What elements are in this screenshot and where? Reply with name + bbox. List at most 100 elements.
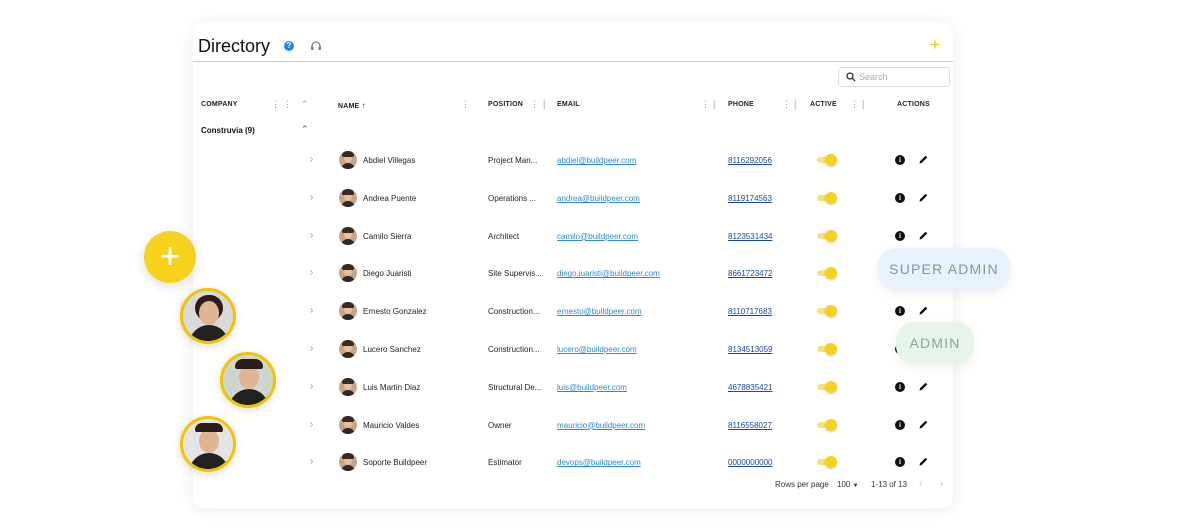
info-icon[interactable]: i xyxy=(895,419,905,430)
sort-ascending-icon[interactable]: ↑ xyxy=(362,101,366,110)
search-input[interactable] xyxy=(859,70,945,84)
user-phone-link[interactable]: 8116558027 xyxy=(728,421,772,430)
chevron-right-icon[interactable]: › xyxy=(310,267,313,278)
chevron-right-icon[interactable]: › xyxy=(310,419,313,430)
chevron-right-icon[interactable]: › xyxy=(310,154,313,165)
chevron-up-icon[interactable]: ⌃ xyxy=(301,124,309,135)
active-toggle[interactable] xyxy=(817,191,837,204)
active-toggle[interactable] xyxy=(817,418,837,431)
edit-icon[interactable] xyxy=(918,192,929,203)
user-email-link[interactable]: mauricio@buildpeer.com xyxy=(557,421,645,430)
user-email-link[interactable]: diego.juaristi@buildpeer.com xyxy=(557,269,660,278)
table-row[interactable]: › Camilo Sierra Architect camilo@buildpe… xyxy=(193,220,953,258)
active-toggle[interactable] xyxy=(817,305,837,318)
user-phone-link[interactable]: 8110717683 xyxy=(728,307,772,316)
user-phone-link[interactable]: 8661723472 xyxy=(728,269,773,278)
active-toggle[interactable] xyxy=(817,229,837,242)
column-menu-icon[interactable]: ⋮ xyxy=(701,100,710,109)
rows-per-page-label: Rows per page xyxy=(775,480,829,489)
edit-icon[interactable] xyxy=(918,154,929,165)
add-user-button[interactable]: + xyxy=(144,231,196,283)
active-toggle[interactable] xyxy=(817,343,837,355)
search-box[interactable] xyxy=(838,67,950,87)
search-icon xyxy=(846,72,856,82)
rows-per-page-select[interactable]: 100 ▼ xyxy=(837,480,859,489)
table-row[interactable]: › Abdiel Villegas Project Man... abdiel@… xyxy=(193,144,953,182)
info-icon[interactable]: i xyxy=(895,381,905,392)
column-header-email[interactable]: EMAIL xyxy=(557,101,580,108)
table-row[interactable]: › Soporte Buildpeer Estimator devops@bui… xyxy=(193,446,953,484)
user-phone-link[interactable]: 8123531434 xyxy=(728,232,773,241)
edit-icon[interactable] xyxy=(918,419,929,430)
info-icon[interactable]: i xyxy=(895,457,905,468)
user-position: Structural De... xyxy=(488,382,542,392)
user-phone-link[interactable]: 8119174563 xyxy=(728,194,772,203)
previous-page-icon[interactable]: ‹ xyxy=(919,478,922,489)
column-menu-icon[interactable]: ⋮ xyxy=(283,100,292,109)
table-row[interactable]: › Luis Martin Diaz Structural De... luis… xyxy=(193,371,953,409)
help-icon[interactable]: ? xyxy=(284,41,294,51)
info-icon[interactable]: i xyxy=(895,230,905,241)
info-icon[interactable]: i xyxy=(895,192,905,203)
user-name: Luis Martin Diaz xyxy=(363,382,421,392)
user-phone-link[interactable]: 4678835421 xyxy=(728,383,773,392)
active-toggle[interactable] xyxy=(817,154,837,166)
column-header-name[interactable]: NAME ↑ xyxy=(338,101,366,110)
user-email-link[interactable]: ernesto@buildpeer.com xyxy=(557,307,642,316)
user-name: Ernesto Gonzalez xyxy=(363,307,427,317)
user-position: Project Man... xyxy=(488,156,538,165)
active-toggle[interactable] xyxy=(817,380,837,393)
chevron-right-icon[interactable]: › xyxy=(310,230,313,241)
active-toggle[interactable] xyxy=(817,456,837,469)
table-row[interactable]: › Diego Juaristi Site Supervis... diego.… xyxy=(193,257,953,295)
edit-icon[interactable] xyxy=(918,305,929,316)
collapse-all-icon[interactable]: ⌃ xyxy=(301,100,309,109)
chevron-right-icon[interactable]: › xyxy=(310,305,313,316)
info-icon[interactable]: i xyxy=(895,155,905,165)
column-menu-icon[interactable]: ⋮ xyxy=(530,100,539,109)
column-menu-icon[interactable]: ⋮ xyxy=(782,100,791,109)
column-menu-icon[interactable]: ⋮ xyxy=(461,100,470,109)
user-phone-link[interactable]: 8116292056 xyxy=(728,156,772,165)
info-icon[interactable]: i xyxy=(895,306,905,317)
table-row[interactable]: › Lucero Sanchez Construction... lucero@… xyxy=(193,333,953,371)
chevron-right-icon[interactable]: › xyxy=(310,343,313,354)
next-page-icon[interactable]: › xyxy=(940,478,943,489)
user-name: Diego Juaristi xyxy=(363,269,412,279)
table-row[interactable]: › Andrea Puente Operations ... andrea@bu… xyxy=(193,182,953,220)
user-email-link[interactable]: luis@buildpeer.com xyxy=(557,383,627,392)
admin-badge: ADMIN xyxy=(896,322,974,364)
column-header-company[interactable]: COMPANY xyxy=(201,101,238,108)
chevron-right-icon[interactable]: › xyxy=(310,192,313,203)
user-phone-link[interactable]: 8134513059 xyxy=(728,345,773,354)
column-menu-icon[interactable]: ⋮ xyxy=(271,100,280,109)
chevron-right-icon[interactable]: › xyxy=(310,456,313,467)
user-position: Architect xyxy=(488,231,520,241)
user-name: Camilo Sierra xyxy=(363,231,412,241)
edit-icon[interactable] xyxy=(918,381,929,392)
table-row[interactable]: › Ernesto Gonzalez Construction... ernes… xyxy=(193,295,953,333)
user-email-link[interactable]: lucero@buildpeer.com xyxy=(557,345,637,354)
avatar xyxy=(339,340,357,358)
chevron-right-icon[interactable]: › xyxy=(310,381,313,392)
avatar xyxy=(339,302,357,321)
column-header-phone[interactable]: PHONE xyxy=(728,101,754,108)
active-toggle[interactable] xyxy=(817,267,837,280)
edit-icon[interactable] xyxy=(918,230,929,241)
avatar xyxy=(339,151,357,169)
edit-icon[interactable] xyxy=(918,456,929,467)
user-email-link[interactable]: camilo@buildpeer.com xyxy=(557,232,638,241)
column-header-active[interactable]: ACTIVE xyxy=(810,101,837,108)
column-menu-icon[interactable]: ⋮ xyxy=(850,100,859,109)
avatar xyxy=(339,264,357,283)
avatar xyxy=(339,188,357,207)
user-phone-link[interactable]: 0000000000 xyxy=(728,458,773,467)
headset-icon[interactable] xyxy=(310,40,322,52)
user-email-link[interactable]: devops@buildpeer.com xyxy=(557,458,641,467)
user-email-link[interactable]: andrea@buildpeer.com xyxy=(557,194,640,203)
column-separator: | xyxy=(543,99,546,109)
table-row[interactable]: › Mauricio Valdes Owner mauricio@buildpe… xyxy=(193,409,953,447)
column-header-position[interactable]: POSITION xyxy=(488,101,523,108)
user-email-link[interactable]: abdiel@buildpeer.com xyxy=(557,156,636,165)
add-icon[interactable]: + xyxy=(930,36,940,53)
